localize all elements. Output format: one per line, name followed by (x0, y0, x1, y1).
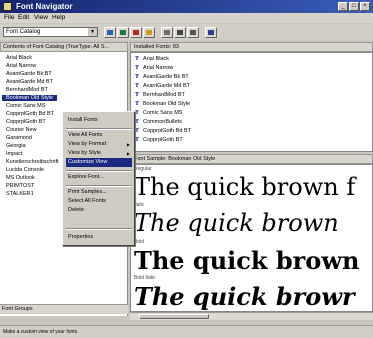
close-button[interactable]: × (360, 2, 370, 11)
menu-help[interactable]: Help (52, 14, 65, 21)
truetype-icon: Ŧ (135, 101, 140, 107)
sample-bold: The quick brown (134, 246, 360, 275)
menu-separator (66, 170, 132, 172)
status-bar: Make a custom view of your fonts (0, 325, 373, 338)
menu-view[interactable]: View (34, 14, 48, 21)
truetype-icon: Ŧ (135, 83, 140, 89)
style-label-italic: Italic (134, 202, 145, 208)
font-sample-panel: Regular The quick brown f Italic The qui… (130, 164, 373, 312)
font-sample-header: Font Sample: Bookman Old Style (130, 154, 373, 164)
list-item[interactable]: AvantGarde Bk BT (6, 71, 52, 77)
ctx-print-samples[interactable]: Print Samples... (66, 188, 132, 197)
list-item-selected[interactable]: Bookman Old Style (2, 95, 58, 101)
ctx-view-all-fonts[interactable]: View All Fonts (66, 131, 132, 140)
ctx-explore-font[interactable]: Explore Font... (66, 173, 132, 182)
menu-bar: File Edit View Help (0, 13, 373, 23)
list-item[interactable]: AvantGarde Md BT (6, 79, 53, 85)
font-groups-header[interactable]: Font Groups (0, 304, 128, 314)
installed-font-row[interactable]: Ŧ Bookman Old Style (135, 101, 190, 107)
catalog-combo[interactable]: Font Catalog ▼ (3, 27, 98, 37)
catalog-combo-value: Font Catalog (6, 29, 41, 35)
help-icon[interactable] (205, 27, 217, 38)
installed-font-row[interactable]: Ŧ Arial Black (135, 56, 169, 62)
ctx-select-all-fonts[interactable]: Select All Fonts (66, 197, 132, 206)
installed-fonts-header[interactable]: Installed Fonts: 83 (130, 42, 373, 52)
ctx-properties[interactable]: Properties (66, 233, 132, 242)
list-item[interactable]: Garamond (6, 135, 32, 141)
submenu-arrow-icon: ▶ (126, 151, 130, 156)
context-menu: Install Fonts View All Fonts View by For… (62, 111, 135, 246)
ctx-view-by-format[interactable]: View by Format ▶ (66, 140, 132, 149)
print-icon[interactable] (187, 27, 199, 38)
truetype-icon: Ŧ (135, 74, 140, 80)
list-item[interactable]: Kunstlerschreibschrift (6, 159, 59, 165)
menu-separator (66, 128, 132, 130)
list-item[interactable]: CopprplGoth BT (6, 119, 46, 125)
sample-view-icon[interactable] (174, 27, 186, 38)
scrollbar-thumb[interactable] (139, 314, 209, 319)
view-icon[interactable] (161, 27, 173, 38)
submenu-arrow-icon: ▶ (126, 142, 130, 147)
ctx-install-fonts[interactable]: Install Fonts (66, 116, 132, 125)
window-title: Font Navigator (16, 2, 73, 11)
minimize-button[interactable]: _ (338, 2, 348, 11)
installed-font-row[interactable]: Ŧ Comic Sans MS (135, 110, 182, 116)
list-item[interactable]: CopprplGoth Bd BT (6, 111, 54, 117)
installed-font-row[interactable]: Ŧ CommonBullets (135, 119, 182, 125)
menu-separator (66, 228, 132, 230)
truetype-icon: Ŧ (135, 137, 140, 143)
list-item[interactable]: BernhardMod BT (6, 87, 48, 93)
list-item[interactable]: Arial Black (6, 55, 32, 61)
ctx-delete[interactable]: Delete (66, 206, 132, 215)
ctx-view-by-style[interactable]: View by Style ▶ (66, 149, 132, 158)
toolbar: Font Catalog ▼ (0, 24, 373, 40)
truetype-icon: Ŧ (135, 119, 140, 125)
style-label-bold: Bold (134, 239, 145, 245)
list-item[interactable]: Impact (6, 151, 23, 157)
installed-font-row[interactable]: Ŧ AvantGarde Md BT (135, 83, 190, 89)
list-item[interactable]: Courier New (6, 127, 37, 133)
truetype-icon: Ŧ (135, 92, 140, 98)
app-icon (3, 2, 12, 11)
list-item[interactable]: Comic Sans MS (6, 103, 45, 109)
truetype-icon: Ŧ (135, 128, 140, 134)
list-item[interactable]: PRIMTOST (6, 183, 34, 189)
list-item[interactable]: Georgia (6, 143, 26, 149)
truetype-icon: Ŧ (135, 56, 140, 62)
menu-file[interactable]: File (4, 14, 14, 21)
list-item[interactable]: STALKER1 (6, 191, 34, 197)
install-fonts-icon[interactable] (104, 27, 116, 38)
style-label-regular: Regular (134, 166, 152, 172)
sample-bold-italic: The quick browr (134, 282, 355, 311)
installed-font-row[interactable]: Ŧ CopprplGoth Bd BT (135, 128, 191, 134)
list-item[interactable]: MS Outlook (6, 175, 35, 181)
menu-edit[interactable]: Edit (18, 14, 29, 21)
list-item[interactable]: Lucida Console (6, 167, 44, 173)
catalog-list-header[interactable]: Contents of Font Catalog (TrueType: All … (0, 42, 128, 52)
sample-regular: The quick brown f (134, 173, 356, 201)
sample-horizontal-scrollbar[interactable] (130, 312, 373, 320)
truetype-icon: Ŧ (135, 65, 140, 71)
maximize-button[interactable]: □ (349, 2, 359, 11)
installed-font-row[interactable]: Ŧ BernhardMod BT (135, 92, 185, 98)
delete-icon[interactable] (130, 27, 142, 38)
sample-italic: The quick brown (134, 209, 339, 237)
font-navigator-window: Font Navigator _ □ × File Edit View Help… (0, 0, 373, 338)
installed-font-row[interactable]: Ŧ AvantGarde Bk BT (135, 74, 189, 80)
uninstall-fonts-icon[interactable] (117, 27, 129, 38)
installed-font-list[interactable]: Ŧ Arial Black Ŧ Arial Narrow Ŧ AvantGarde B… (130, 52, 373, 152)
list-item[interactable]: Arial Narrow (6, 63, 36, 69)
chevron-down-icon[interactable]: ▼ (88, 28, 97, 36)
ctx-customize-view[interactable]: Customize View (66, 158, 132, 167)
menu-separator (66, 185, 132, 187)
installed-font-row[interactable]: Ŧ Arial Narrow (135, 65, 173, 71)
truetype-icon: Ŧ (135, 110, 140, 116)
style-label-bold-italic: Bold Italic (134, 275, 156, 281)
installed-font-row[interactable]: Ŧ CopprplGoth BT (135, 137, 183, 143)
title-bar: Font Navigator _ □ × (0, 0, 373, 13)
add-group-icon[interactable] (143, 27, 155, 38)
